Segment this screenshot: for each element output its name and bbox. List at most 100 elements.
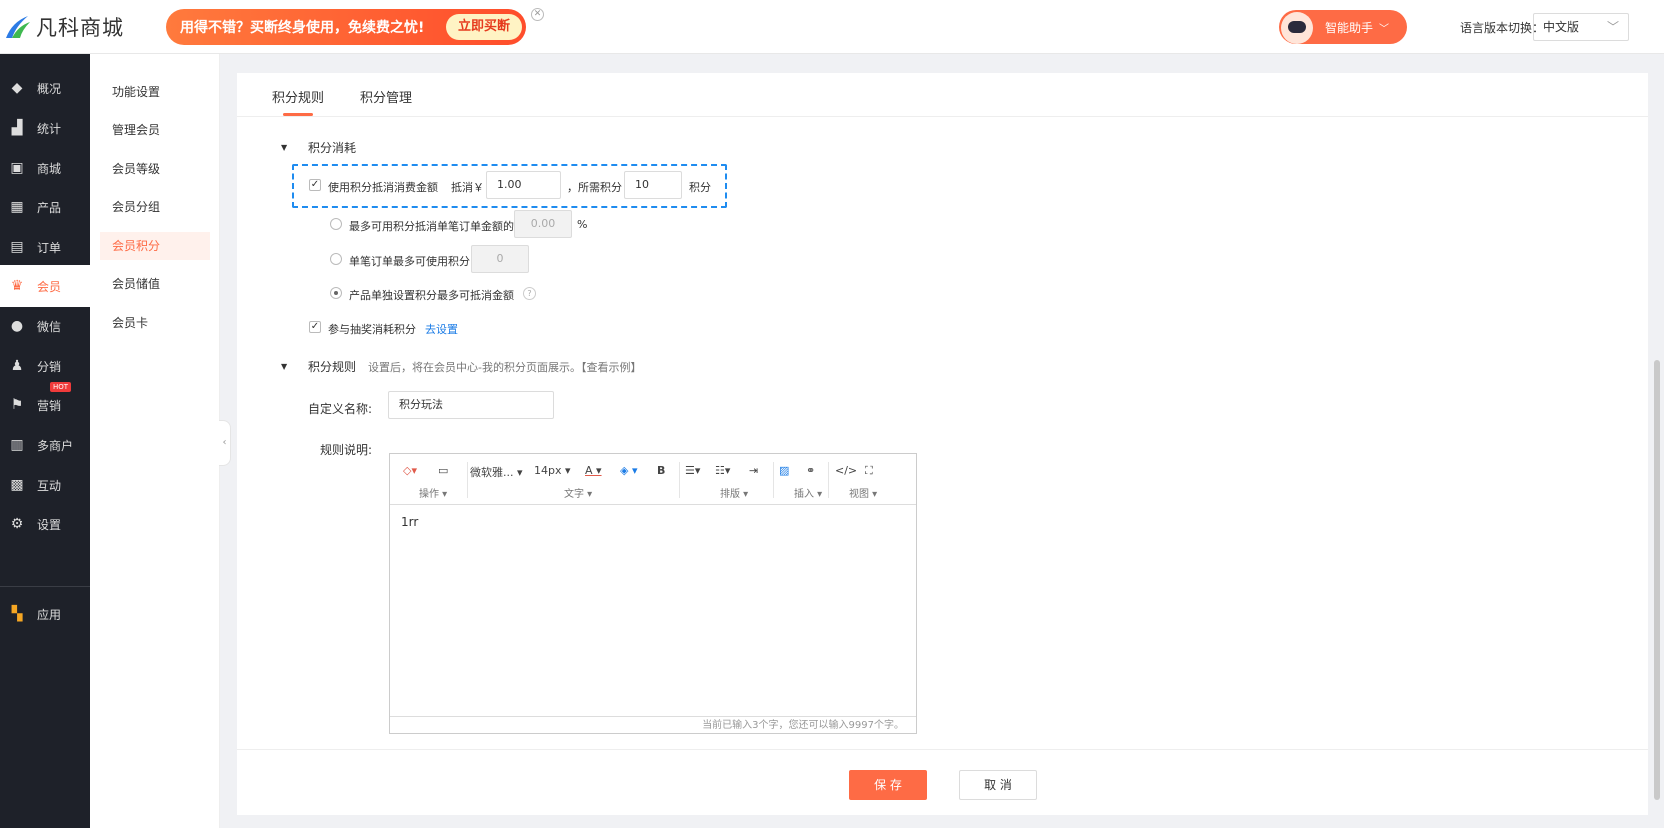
editor-char-count: 当前已输入3个字，您还可以输入9997个字。 <box>390 716 916 734</box>
indent-icon[interactable]: ⇥ <box>749 464 758 477</box>
custom-name-label: 自定义名称: <box>308 402 373 416</box>
subnav-item-member-groups[interactable]: 会员分组 <box>100 193 210 221</box>
hot-badge: HOT <box>50 382 72 392</box>
sidebar-item-overview[interactable]: ◆ 概况 <box>0 67 90 109</box>
per-product-radio[interactable] <box>330 287 342 299</box>
max-points-radio[interactable] <box>330 253 342 265</box>
sidebar-item-members[interactable]: ♛ 会员 <box>0 265 90 307</box>
crown-icon: ♛ <box>10 278 24 294</box>
group-text[interactable]: 文字 ▾ <box>564 485 592 500</box>
group-label: 文字 <box>564 489 584 500</box>
app-grid-icon: ▚ <box>11 606 23 622</box>
sidebar-item-label: 商城 <box>37 161 62 176</box>
lottery-label: 参与抽奖消耗积分 <box>328 323 416 336</box>
fullscreen-icon[interactable]: ⛶ <box>865 464 873 478</box>
flag-icon: ⚑ <box>10 397 24 413</box>
sidebar-item-settings[interactable]: ⚙ 设置 <box>0 503 90 545</box>
tab-points-rules[interactable]: 积分规则 <box>272 87 324 116</box>
sidebar-item-distribution[interactable]: ♟ 分销 <box>0 345 90 387</box>
max-percent-label: 最多可用积分抵消单笔订单金额的 <box>349 220 514 233</box>
chevron-down-icon: ﹀ <box>1606 20 1619 34</box>
sidebar-item-store[interactable]: ▣ 商城 <box>0 147 90 189</box>
image-icon[interactable]: ▨ <box>779 464 789 477</box>
sidebar-item-label: 微信 <box>37 319 62 334</box>
language-select[interactable]: 中文版 ﹀ <box>1533 13 1629 41</box>
buyout-button[interactable]: 立即买断 <box>445 14 522 40</box>
sidebar-item-label: 互动 <box>37 478 62 493</box>
collapse-caret-icon[interactable]: ▼ <box>281 362 287 371</box>
save-button[interactable]: 保 存 <box>849 770 927 800</box>
collapse-caret-icon[interactable]: ▼ <box>281 143 287 152</box>
footer-bar: 保 存 取 消 <box>237 749 1648 815</box>
subnav-item-member-card[interactable]: 会员卡 <box>100 309 210 337</box>
go-settings-link[interactable]: 去设置 <box>425 321 458 337</box>
font-size-select[interactable]: 14px ▾ <box>534 464 571 477</box>
sidebar-divider <box>0 586 90 587</box>
sidebar-item-marketing[interactable]: ⚑ 营销 HOT <box>0 382 90 426</box>
layers-icon: ◆ <box>11 80 23 96</box>
help-icon[interactable]: ? <box>523 287 536 300</box>
sidebar-item-wechat[interactable]: ● 微信 <box>0 305 90 347</box>
top-bar: 凡科商城 用得不错？买断终身使用，免续费之忧! 立即买断 ✕ 智能助手 ﹀ 语言… <box>0 0 1664 54</box>
chart-icon: ▟ <box>11 120 23 136</box>
use-points-label: 使用积分抵消消费金额 <box>328 181 438 194</box>
cancel-button[interactable]: 取 消 <box>959 770 1037 800</box>
group-label: 插入 <box>794 489 814 500</box>
max-percent-input[interactable]: 0.00 <box>514 210 572 238</box>
sidebar-item-multi-merchant[interactable]: ▥ 多商户 <box>0 424 90 466</box>
subnav-item-member-points[interactable]: 会员积分 <box>100 232 210 260</box>
sidebar-item-label: 营销 <box>37 398 62 413</box>
logo-icon <box>4 14 32 40</box>
subnav-item-member-levels[interactable]: 会员等级 <box>100 155 210 183</box>
custom-name-input[interactable]: 积分玩法 <box>388 391 554 419</box>
sidebar: ◆ 概况 ▟ 统计 ▣ 商城 ▦ 产品 ▤ 订单 ♛ 会员 ● 微信 ♟ 分销 ⚑ 营销 HOT … <box>0 54 90 828</box>
align-icon[interactable]: ☰▾ <box>685 464 700 477</box>
sidebar-item-apps[interactable]: ▚ 应用 <box>0 593 90 635</box>
editor-content[interactable]: 1rr <box>401 515 418 529</box>
font-family-select[interactable]: 微软雅... ▾ <box>470 464 523 480</box>
bold-icon[interactable]: B <box>657 464 665 477</box>
group-operation[interactable]: 操作 ▾ <box>419 485 447 500</box>
group-insert[interactable]: 插入 ▾ <box>794 485 822 500</box>
link-icon[interactable]: ⚭ <box>806 464 815 477</box>
assistant-button[interactable]: 智能助手 ﹀ <box>1279 10 1407 44</box>
group-label: 视图 <box>849 489 869 500</box>
font-family-value: 微软雅... <box>470 466 514 479</box>
collapse-subnav-button[interactable]: ‹ <box>219 420 231 466</box>
group-layout[interactable]: 排版 ▾ <box>720 485 748 500</box>
offset-amount-input[interactable]: 1.00 <box>486 171 561 199</box>
need-points-input[interactable]: 10 <box>624 171 682 199</box>
percent-unit: % <box>577 218 588 231</box>
scrollbar[interactable] <box>1654 360 1660 800</box>
tab-points-management[interactable]: 积分管理 <box>360 87 412 106</box>
sidebar-item-orders[interactable]: ▤ 订单 <box>0 226 90 268</box>
sidebar-item-products[interactable]: ▦ 产品 <box>0 186 90 228</box>
toolbar-separator <box>679 462 680 498</box>
apps-icon: ▩ <box>10 477 24 493</box>
subnav-item-feature-settings[interactable]: 功能设置 <box>100 78 210 106</box>
promo-banner[interactable]: 用得不错？买断终身使用，免续费之忧! 立即买断 <box>166 9 526 45</box>
eraser-icon[interactable]: ◇▾ <box>403 464 417 477</box>
language-value: 中文版 <box>1543 20 1580 34</box>
brand-name: 凡科商城 <box>36 16 124 40</box>
sidebar-item-interaction[interactable]: ▩ 互动 <box>0 464 90 506</box>
max-percent-radio[interactable] <box>330 218 342 230</box>
max-points-input[interactable]: 0 <box>471 245 529 273</box>
robot-avatar-icon <box>1281 12 1313 44</box>
lottery-checkbox[interactable]: ✓ <box>309 321 321 333</box>
logo[interactable]: 凡科商城 <box>4 12 124 42</box>
group-view[interactable]: 视图 ▾ <box>849 485 877 500</box>
subnav-item-member-balance[interactable]: 会员储值 <box>100 270 210 298</box>
grid-icon: ▦ <box>10 199 24 215</box>
offset-label: 抵消￥ <box>451 181 484 194</box>
list-icon[interactable]: ☷▾ <box>715 464 730 477</box>
code-icon[interactable]: </> <box>835 464 857 477</box>
use-points-checkbox[interactable]: ✓ <box>309 179 321 191</box>
highlight-icon[interactable]: ◈ ▾ <box>620 464 637 477</box>
subnav-item-manage-members[interactable]: 管理会员 <box>100 116 210 144</box>
close-icon[interactable]: ✕ <box>531 8 544 21</box>
sidebar-item-stats[interactable]: ▟ 统计 <box>0 107 90 149</box>
font-color-icon[interactable]: A ▾ <box>585 464 602 477</box>
section-title-consume: 积分消耗 <box>308 141 357 155</box>
format-painter-icon[interactable]: ▭ <box>438 464 448 477</box>
